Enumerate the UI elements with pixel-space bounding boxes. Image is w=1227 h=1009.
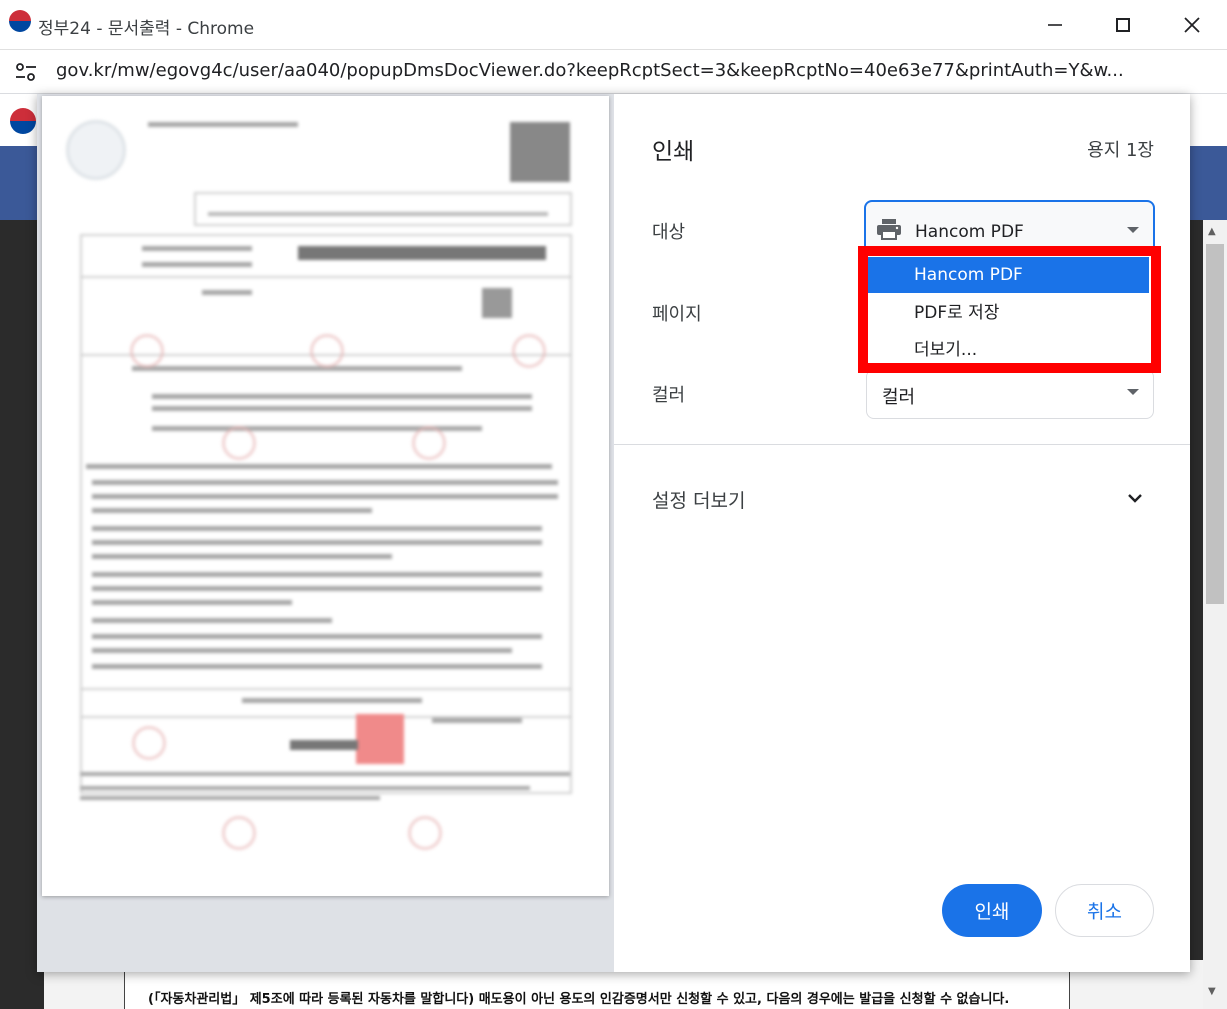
dropdown-caret-icon[interactable] bbox=[1127, 227, 1139, 233]
printer-icon bbox=[877, 219, 901, 240]
doc-issuer bbox=[290, 740, 358, 750]
doc-line bbox=[152, 406, 532, 411]
watermark-stamp bbox=[310, 334, 344, 368]
red-seal bbox=[356, 714, 404, 764]
doc-row bbox=[80, 688, 572, 718]
chevron-down-icon[interactable] bbox=[1126, 489, 1144, 507]
dropdown-caret-icon[interactable] bbox=[1127, 389, 1139, 395]
minimize-icon[interactable] bbox=[1040, 10, 1070, 40]
scroll-down-icon[interactable]: ▼ bbox=[1208, 986, 1216, 997]
watermark-stamp bbox=[222, 816, 256, 850]
cancel-button[interactable]: 취소 bbox=[1055, 884, 1154, 937]
qr-code bbox=[510, 122, 570, 182]
doc-line bbox=[132, 366, 462, 371]
doc-line bbox=[92, 554, 392, 559]
doc-line bbox=[92, 508, 372, 513]
doc-line bbox=[80, 796, 380, 800]
pages-label: 페이지 bbox=[652, 304, 702, 325]
document-emblem bbox=[66, 120, 126, 180]
watermark-stamp bbox=[130, 334, 164, 368]
doc-line bbox=[92, 480, 558, 485]
doc-line bbox=[92, 572, 542, 577]
doc-heading bbox=[298, 246, 546, 260]
doc-table bbox=[194, 192, 572, 226]
scroll-up-icon[interactable]: ▲ bbox=[1208, 226, 1216, 237]
doc-line bbox=[92, 600, 292, 605]
doc-line bbox=[142, 262, 252, 267]
color-value: 컬러 bbox=[882, 387, 916, 408]
doc-line bbox=[80, 786, 530, 790]
more-settings-toggle[interactable]: 설정 더보기 bbox=[652, 486, 745, 513]
doc-line bbox=[86, 464, 552, 469]
url-text[interactable]: gov.kr/mw/egovg4c/user/aa040/popupDmsDoc… bbox=[56, 60, 1196, 81]
doc-line bbox=[242, 698, 422, 703]
print-button[interactable]: 인쇄 bbox=[942, 884, 1042, 937]
watermark-stamp bbox=[512, 334, 546, 368]
window-title: 정부24 - 문서출력 - Chrome bbox=[38, 19, 255, 39]
doc-seal bbox=[482, 288, 512, 318]
close-icon[interactable] bbox=[1177, 10, 1207, 40]
watermark-stamp bbox=[222, 426, 256, 460]
doc-line bbox=[92, 664, 542, 669]
doc-line bbox=[152, 394, 532, 399]
watermark-stamp bbox=[132, 726, 166, 760]
doc-line bbox=[92, 586, 542, 591]
tune-icon[interactable] bbox=[14, 62, 38, 82]
sheet-count: 용지 1장 bbox=[1087, 140, 1154, 161]
doc-line bbox=[92, 648, 512, 653]
settings-divider bbox=[614, 444, 1190, 445]
doc-line bbox=[92, 634, 542, 639]
watermark-stamp bbox=[408, 816, 442, 850]
color-label: 컬러 bbox=[652, 385, 686, 406]
scrollbar-thumb[interactable] bbox=[1206, 244, 1224, 604]
doc-line bbox=[80, 772, 570, 776]
taegeuk-icon bbox=[9, 10, 31, 32]
destination-value: Hancom PDF bbox=[915, 222, 1024, 242]
destination-label: 대상 bbox=[652, 222, 686, 243]
red-highlight-box bbox=[858, 246, 1161, 373]
print-title: 인쇄 bbox=[652, 139, 695, 165]
doc-line bbox=[92, 526, 542, 531]
background-document-text: (「자동차관리법」 제5조에 따라 등록된 자동차를 말합니다) 매도용이 아닌… bbox=[148, 992, 1010, 1007]
doc-line bbox=[148, 122, 298, 127]
doc-line bbox=[92, 494, 558, 499]
maximize-icon[interactable] bbox=[1108, 10, 1138, 40]
doc-line bbox=[208, 212, 548, 216]
doc-line bbox=[92, 618, 332, 623]
doc-line bbox=[92, 540, 542, 545]
doc-line bbox=[142, 246, 252, 251]
print-preview-page bbox=[42, 96, 609, 896]
doc-line bbox=[432, 718, 522, 723]
watermark-stamp bbox=[412, 426, 446, 460]
doc-line bbox=[202, 290, 252, 295]
taegeuk-icon bbox=[10, 108, 36, 134]
